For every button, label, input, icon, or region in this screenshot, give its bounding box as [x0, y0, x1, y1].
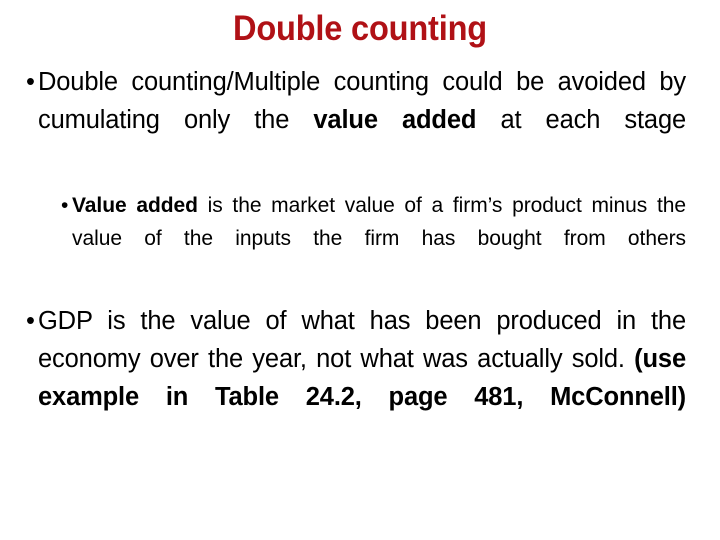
bullet-run-emphasis: Value added: [72, 194, 198, 217]
bullet-run-text: at each stage: [476, 106, 687, 134]
bullet-run-text: GDP is the value of what has been produc…: [38, 307, 686, 373]
bullet-dot-icon: •: [61, 194, 69, 217]
bullet-item-value-added: • Value added is the market value of a fi…: [26, 189, 686, 288]
bullet-item-gdp: • GDP is the value of what has been produ…: [26, 302, 686, 454]
bullet-item-double-counting: • Double counting/Multiple counting could…: [26, 63, 686, 177]
bullet-dot-icon: •: [26, 307, 35, 335]
bullet-dot-icon: •: [26, 68, 35, 96]
slide-canvas: Double counting • Double counting/Multipl…: [0, 0, 720, 540]
slide-title: Double counting: [233, 9, 487, 48]
bullet-run-emphasis: value added: [313, 106, 477, 134]
slide-body: • Double counting/Multiple counting could…: [26, 63, 686, 454]
